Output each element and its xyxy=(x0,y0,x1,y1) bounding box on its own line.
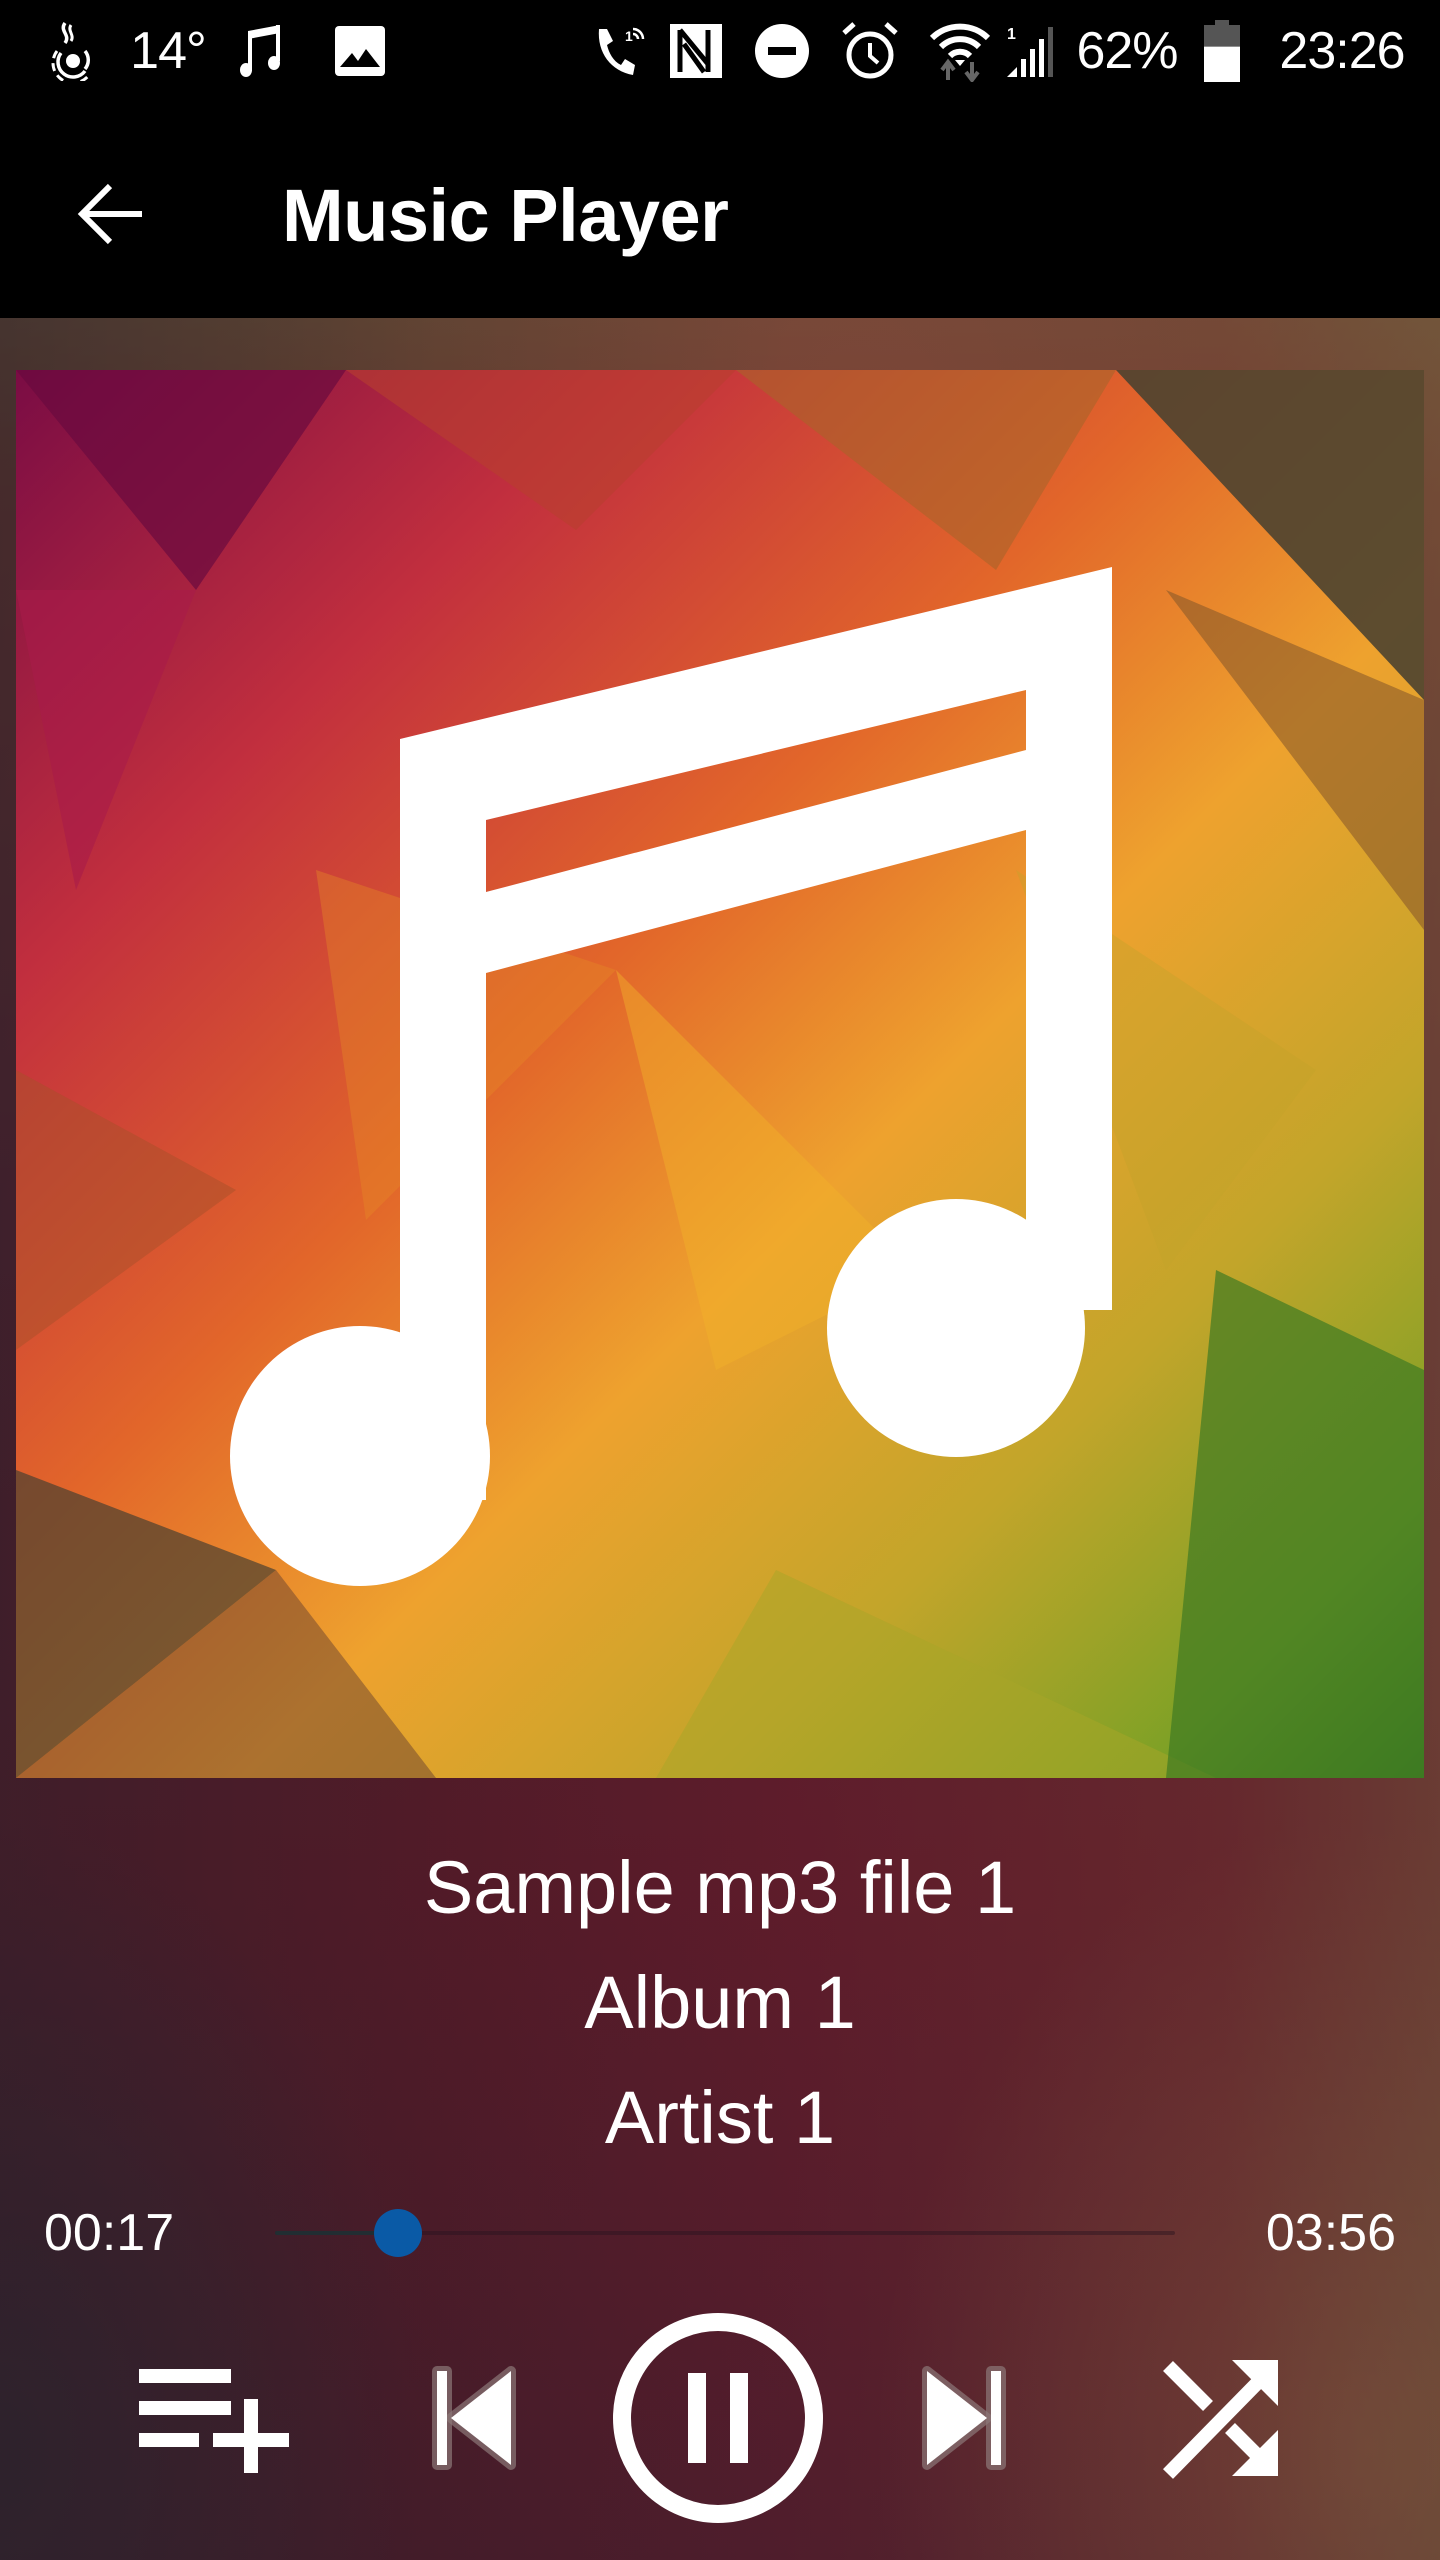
artist-name: Artist 1 xyxy=(604,2076,836,2159)
status-bar: 14° 1 1 62% 23:26 xyxy=(0,0,1440,110)
clock: 23:26 xyxy=(1279,22,1405,80)
skip-previous-icon xyxy=(432,2366,516,2470)
shuffle-button[interactable] xyxy=(1150,2308,1290,2528)
playback-controls xyxy=(0,2308,1440,2528)
skip-next-icon xyxy=(922,2366,1006,2470)
player-screen: Sample mp3 file 1 Album 1 Artist 1 00:17… xyxy=(0,318,1440,2560)
back-button[interactable] xyxy=(56,162,166,266)
page-title: Music Player xyxy=(282,174,729,257)
pause-button[interactable] xyxy=(598,2308,838,2528)
shuffle-icon xyxy=(1163,2360,1278,2479)
wifi-data-icon xyxy=(928,18,992,84)
nfc-icon xyxy=(668,18,724,84)
pause-circle-icon xyxy=(613,2313,823,2523)
total-time: 03:56 xyxy=(1265,2204,1396,2262)
alarm-clock-icon xyxy=(840,18,900,84)
hd-voice-call-icon: 1 xyxy=(594,18,650,84)
seek-thumb[interactable] xyxy=(373,2209,422,2257)
gallery-image-icon xyxy=(330,18,390,84)
seek-bar[interactable] xyxy=(275,2198,1175,2268)
weather-app-icon xyxy=(48,18,98,84)
playlist-add-icon xyxy=(139,2369,289,2473)
album-art-background xyxy=(16,370,1424,1778)
svg-text:1: 1 xyxy=(1007,26,1016,43)
song-title: Sample mp3 file 1 xyxy=(423,1846,1017,1929)
temperature: 14° xyxy=(130,22,207,80)
battery-percent: 62% xyxy=(1076,22,1178,80)
album-name: Album 1 xyxy=(584,1961,856,2044)
add-to-playlist-button[interactable] xyxy=(130,2308,300,2528)
previous-button[interactable] xyxy=(410,2308,540,2528)
cellular-signal-icon: 1 xyxy=(1004,18,1058,84)
app-bar: Music Player xyxy=(0,110,1440,318)
next-button[interactable] xyxy=(898,2308,1028,2528)
album-art xyxy=(16,370,1424,1778)
do-not-disturb-icon xyxy=(752,18,812,84)
arrow-left-icon xyxy=(77,183,142,245)
music-notification-icon xyxy=(232,18,292,84)
battery-icon xyxy=(1200,18,1244,84)
current-time: 00:17 xyxy=(44,2204,175,2262)
svg-text:1: 1 xyxy=(625,28,633,44)
